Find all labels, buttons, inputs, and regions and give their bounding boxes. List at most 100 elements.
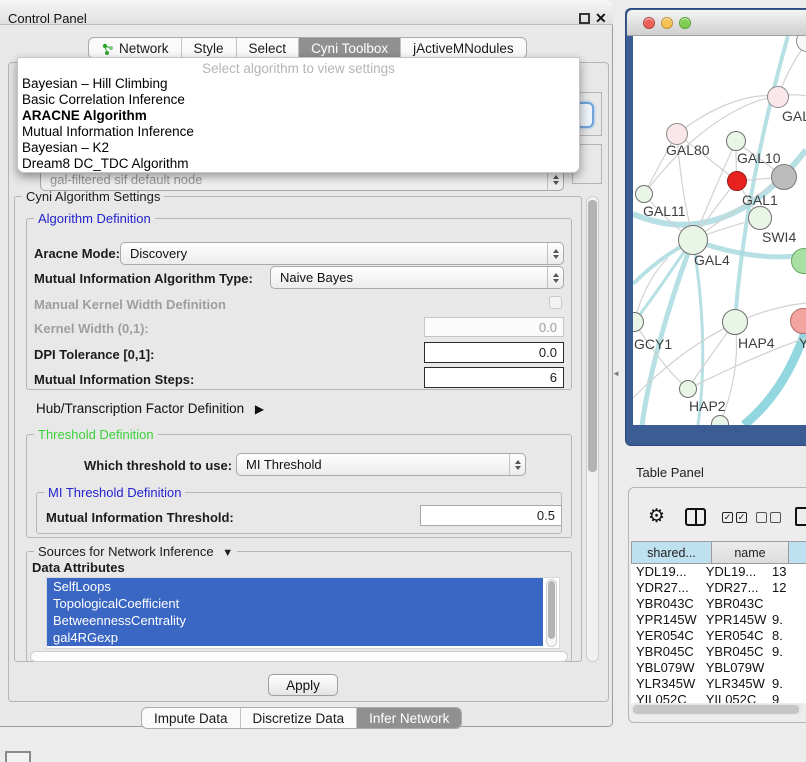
- attribute-list-item[interactable]: BetweennessCentrality: [47, 612, 543, 629]
- tab-impute-data[interactable]: Impute Data: [142, 708, 240, 728]
- table-column-header[interactable]: name: [712, 541, 789, 564]
- tab-discretize-data[interactable]: Discretize Data: [240, 708, 357, 728]
- algorithm-menu-item[interactable]: Basic Correlation Inference: [18, 92, 579, 108]
- mi-threshold-field[interactable]: 0.5: [420, 505, 562, 526]
- checkbox-empty-icon: [770, 512, 781, 523]
- algorithm-menu-item[interactable]: Bayesian – Hill Climbing: [18, 76, 579, 92]
- algorithm-dropdown-popup: Select algorithm to view settings Bayesi…: [17, 57, 580, 173]
- table-panel-title: Table Panel: [636, 465, 704, 480]
- network-node[interactable]: [771, 164, 797, 190]
- unchecked-columns-icon[interactable]: [756, 512, 781, 523]
- table-row[interactable]: YBL079WYBL079W: [631, 660, 806, 676]
- which-threshold-combobox[interactable]: MI Threshold: [236, 453, 526, 476]
- tab-style[interactable]: Style: [181, 38, 236, 58]
- sources-title-wrap[interactable]: Sources for Network Inference ▼: [34, 544, 237, 559]
- table-cell: 13: [767, 564, 806, 580]
- float-window-icon[interactable]: [579, 13, 590, 24]
- close-traffic-light-icon[interactable]: [643, 17, 655, 29]
- tab-network[interactable]: Network: [89, 38, 181, 58]
- table-hscrollbar-thumb[interactable]: [633, 705, 799, 714]
- network-node[interactable]: [748, 206, 772, 230]
- kernel-width-field[interactable]: 0.0: [424, 317, 564, 337]
- tab-label: jActiveMNodules: [413, 41, 514, 56]
- algorithm-menu-item[interactable]: Mutual Information Inference: [18, 124, 579, 140]
- table-cell: 9.: [767, 676, 806, 692]
- table-row[interactable]: YIL052CYIL052C9: [631, 692, 806, 703]
- dpi-tolerance-field[interactable]: 0.0: [424, 342, 564, 363]
- table-row[interactable]: YDR27...YDR27...12: [631, 580, 806, 596]
- checkbox-checked-icon: ✓: [722, 512, 733, 523]
- collapse-down-icon[interactable]: ▼: [222, 547, 233, 559]
- network-node[interactable]: [722, 309, 748, 335]
- network-node[interactable]: [679, 380, 697, 398]
- minimize-traffic-light-icon[interactable]: [661, 17, 673, 29]
- mi-steps-field[interactable]: 6: [424, 367, 564, 388]
- table-cell: YDL19...: [701, 564, 767, 580]
- aracne-mode-combobox[interactable]: Discovery: [120, 242, 564, 265]
- table-row[interactable]: YDL19...YDL19...13: [631, 564, 806, 580]
- mi-steps-label: Mutual Information Steps:: [34, 372, 194, 387]
- table-cell: YBL079W: [701, 660, 767, 676]
- network-node[interactable]: [635, 185, 653, 203]
- settings-scrollbar-thumb[interactable]: [588, 200, 597, 472]
- collapse-right-icon[interactable]: ▶: [255, 402, 264, 416]
- table-row[interactable]: YBR043CYBR043C: [631, 596, 806, 612]
- table-column-header[interactable]: [789, 541, 806, 564]
- control-panel-title: Control Panel: [8, 11, 87, 26]
- zoom-traffic-light-icon[interactable]: [679, 17, 691, 29]
- mi-type-label: Mutual Information Algorithm Type:: [34, 271, 253, 286]
- tab-infer-network[interactable]: Infer Network: [356, 708, 461, 728]
- table-cell: YBL079W: [631, 660, 701, 676]
- splitter-handle-icon[interactable]: ◄: [612, 369, 620, 378]
- algorithm-menu-item[interactable]: Dream8 DC_TDC Algorithm: [18, 156, 579, 172]
- minimized-panel-icon[interactable]: [5, 751, 31, 762]
- algorithm-menu-item[interactable]: Bayesian – K2: [18, 140, 579, 156]
- attribute-list-item[interactable]: SelfLoops: [47, 578, 543, 595]
- checkbox-empty-icon: [756, 512, 767, 523]
- network-canvas[interactable]: GALGAL80GAL10GAL1SWI4GAL11GAL4GCY1HAP4YH…: [633, 36, 806, 425]
- attributes-hscrollbar[interactable]: [30, 651, 568, 662]
- table-row[interactable]: YPR145WYPR145W9.: [631, 612, 806, 628]
- table-cell: 9.: [767, 612, 806, 628]
- close-icon[interactable]: ✕: [595, 10, 607, 27]
- which-threshold-value: MI Threshold: [246, 457, 509, 472]
- tab-cyni-toolbox[interactable]: Cyni Toolbox: [298, 38, 400, 58]
- network-node[interactable]: [727, 171, 747, 191]
- table-column-header[interactable]: shared...: [631, 541, 712, 564]
- attributes-scrollbar-thumb[interactable]: [548, 581, 555, 639]
- which-threshold-label: Which threshold to use:: [84, 458, 232, 473]
- tab-jactivemnodules[interactable]: jActiveMNodules: [400, 38, 526, 58]
- aracne-mode-label: Aracne Mode:: [34, 246, 120, 261]
- gear-icon[interactable]: ⚙: [648, 507, 665, 526]
- attribute-list-item[interactable]: gal4RGexp: [47, 629, 543, 646]
- network-node[interactable]: [678, 225, 708, 255]
- table-cell: YIL052C: [701, 692, 767, 703]
- stepper-icon: [547, 243, 563, 264]
- node-label: GAL80: [666, 142, 710, 158]
- node-label: HAP2: [689, 398, 726, 414]
- table-row[interactable]: YLR345WYLR345W9.: [631, 676, 806, 692]
- attribute-list-item[interactable]: TopologicalCoefficient: [47, 595, 543, 612]
- manual-kernel-label: Manual Kernel Width Definition: [34, 297, 226, 312]
- table-cell: YER054C: [701, 628, 767, 644]
- tab-select[interactable]: Select: [236, 38, 299, 58]
- node-label: GCY1: [634, 336, 672, 352]
- table-row[interactable]: YBR045CYBR045C9.: [631, 644, 806, 660]
- split-table-icon[interactable]: [685, 508, 706, 526]
- table-cell: 9.: [767, 644, 806, 660]
- manual-kernel-checkbox[interactable]: [549, 296, 562, 309]
- cyni-settings-title: Cyni Algorithm Settings: [22, 189, 164, 204]
- hub-section-header[interactable]: Hub/Transcription Factor Definition ▶: [36, 401, 264, 416]
- network-node[interactable]: [767, 86, 789, 108]
- network-node[interactable]: [726, 131, 746, 151]
- cyni-mode-tabstrip: Impute DataDiscretize DataInfer Network: [141, 707, 462, 729]
- node-label: Y: [799, 335, 806, 351]
- data-attributes-list[interactable]: SelfLoopsTopologicalCoefficientBetweenne…: [46, 577, 560, 649]
- table-row[interactable]: YER054CYER054C8.: [631, 628, 806, 644]
- mi-type-combobox[interactable]: Naive Bayes: [270, 266, 564, 289]
- checked-columns-icon[interactable]: ✓ ✓: [722, 512, 747, 523]
- apply-button[interactable]: Apply: [268, 674, 338, 696]
- algorithm-menu-item[interactable]: ARACNE Algorithm: [18, 108, 579, 124]
- document-icon[interactable]: [795, 507, 806, 526]
- network-icon: [101, 42, 114, 55]
